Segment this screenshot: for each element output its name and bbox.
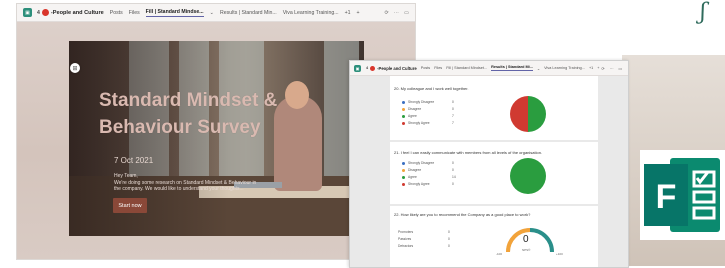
refresh-icon[interactable]: ⟳	[385, 10, 389, 16]
team-number: 4	[366, 66, 369, 70]
tab-viva-learning[interactable]: Viva Learning Training...	[544, 66, 585, 70]
nps-label: NPS®	[522, 248, 531, 252]
tab-results-survey[interactable]: Results | Standard Mi...	[491, 65, 533, 71]
team-name[interactable]: -People and Culture	[51, 10, 104, 16]
tab-more[interactable]: +1	[345, 10, 351, 16]
tab-more[interactable]: +1	[589, 66, 593, 70]
tab-posts[interactable]: Posts	[110, 10, 123, 16]
start-now-button[interactable]: Start now	[113, 198, 147, 213]
nps-min: -100	[496, 252, 503, 256]
teams-header: ▣ 4 -People and Culture Posts Files Fill…	[17, 4, 415, 22]
results-content: 20. My colleague and I work well togethe…	[350, 76, 628, 267]
legend-item: Disagree 0	[402, 107, 454, 111]
forms-logo-icon: F	[640, 150, 725, 240]
survey-intro: Hey Team, We're doing some research on S…	[114, 173, 257, 192]
question-card: 22. How likely are you to recommend the …	[390, 206, 598, 267]
add-tab-button[interactable]: +	[597, 66, 599, 70]
more-options-icon[interactable]: ⋯	[610, 66, 614, 71]
team-name[interactable]: -People and Culture	[377, 66, 417, 71]
teams-app-icon[interactable]: ▣	[23, 8, 32, 17]
refresh-icon[interactable]: ⟳	[601, 66, 604, 71]
survey-date: 7 Oct 2021	[114, 156, 154, 165]
tab-files[interactable]: Files	[129, 10, 140, 16]
tab-posts[interactable]: Posts	[421, 66, 431, 70]
legend-item: Passives 0	[398, 237, 450, 241]
tab-files[interactable]: Files	[434, 66, 442, 70]
meet-icon[interactable]: ▭	[618, 66, 622, 71]
legend-item: Strongly Disagree 0	[402, 161, 454, 165]
teams-header: ▣ 4 -People and Culture Posts Files Fill…	[350, 61, 628, 76]
question-title: 20. My colleague and I work well togethe…	[394, 86, 469, 91]
team-avatar-icon	[370, 65, 376, 71]
add-tab-button[interactable]: +	[356, 10, 359, 16]
tab-results-survey[interactable]: Results | Standard Min...	[220, 10, 277, 16]
chevron-down-icon[interactable]: ⌄	[210, 10, 214, 16]
pie-chart-q21	[510, 158, 546, 194]
decorative-script: ʃ	[700, 0, 706, 25]
legend-item: Agree 14	[402, 175, 456, 179]
chevron-down-icon[interactable]: ⌄	[537, 66, 540, 71]
legend-item: Strongly Disagree 0	[402, 100, 454, 104]
image-icon[interactable]: ⊞	[70, 63, 80, 73]
legend-item: Promoters 0	[398, 230, 450, 234]
pie-chart-q20	[510, 96, 546, 132]
question-card: 21. I feel I can easily communicate with…	[390, 142, 598, 204]
team-number: 4	[37, 9, 40, 16]
tab-fill-survey[interactable]: Fill | Standard Mindset...	[446, 66, 487, 70]
teams-window-results: ▣ 4 -People and Culture Posts Files Fill…	[349, 60, 629, 268]
legend-item: Strongly Agree 0	[402, 182, 454, 186]
tab-viva-learning[interactable]: Viva Learning Training...	[283, 10, 339, 16]
tab-fill-survey[interactable]: Fill | Standard Mindse...	[145, 9, 204, 17]
legend-item: Strongly Agree 7	[402, 121, 454, 125]
more-options-icon[interactable]: ⋯	[394, 10, 399, 16]
forms-logo-letter: F	[656, 178, 677, 216]
meet-icon[interactable]: ▭	[404, 10, 409, 16]
survey-title: Standard Mindset & Behaviour Survey	[99, 90, 278, 138]
legend-item: Disagree 0	[402, 168, 454, 172]
nps-max: +100	[556, 252, 563, 256]
legend-item: Agree 7	[402, 114, 454, 118]
question-title: 21. I feel I can easily communicate with…	[394, 150, 543, 155]
teams-app-icon[interactable]: ▣	[354, 64, 361, 72]
question-title: 22. How likely are you to recommend the …	[394, 212, 531, 217]
legend-item: Detractors 0	[398, 244, 450, 248]
question-card: 20. My colleague and I work well togethe…	[390, 76, 598, 140]
nps-value: 0	[523, 234, 529, 245]
team-avatar-icon	[41, 9, 49, 16]
